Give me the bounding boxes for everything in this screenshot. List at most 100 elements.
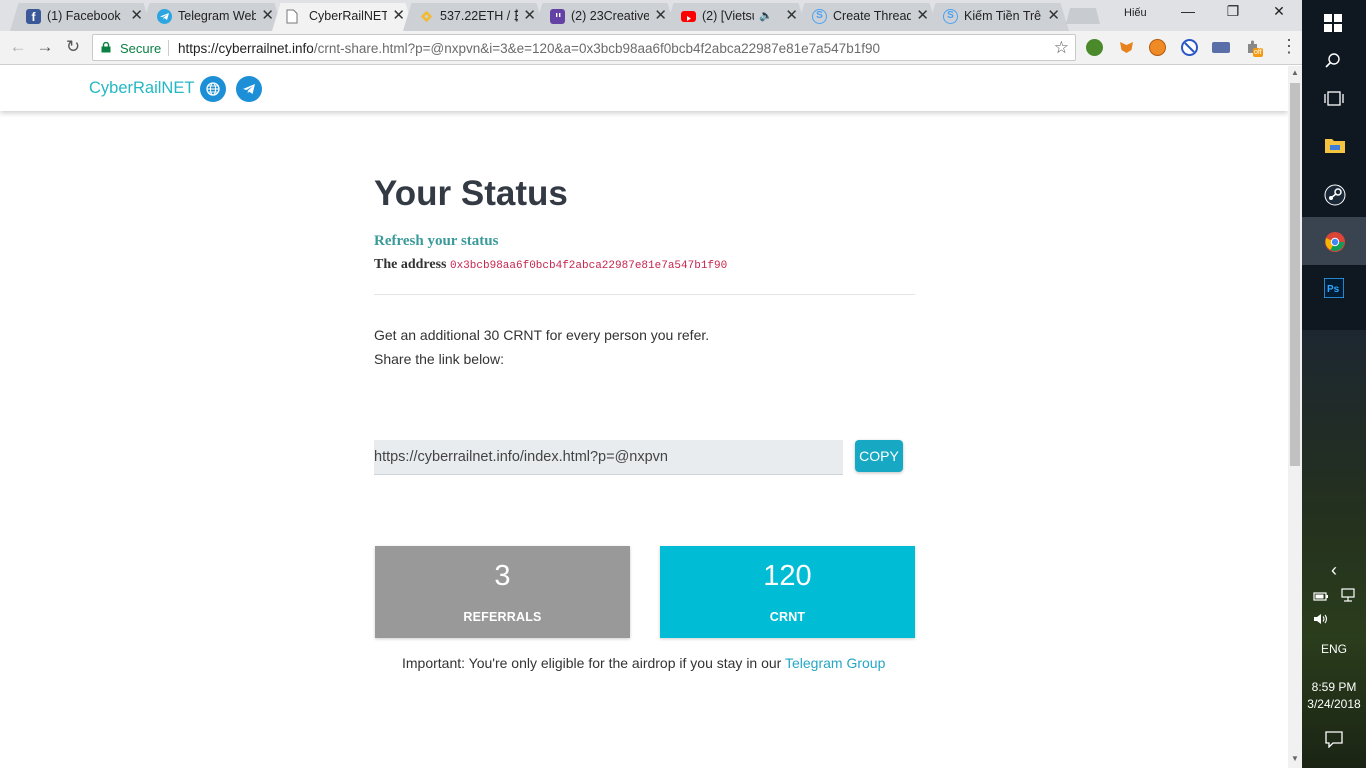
address-value: 0x3bcb98aa6f0bcb4f2abca22987e81e7a547b1f… bbox=[449, 260, 728, 272]
share-text: Share the link below: bbox=[374, 351, 504, 367]
page-icon bbox=[286, 9, 301, 24]
task-view-button[interactable] bbox=[1302, 76, 1366, 124]
crnt-amount: 120 bbox=[763, 560, 812, 592]
svg-text:Ps: Ps bbox=[1327, 284, 1340, 295]
tab-title: (2) 23Creative bbox=[571, 9, 649, 23]
steam-icon bbox=[1324, 184, 1346, 206]
tab-create-thread[interactable]: S Create Thread ✕ bbox=[796, 3, 938, 31]
speaker-icon[interactable]: 🔈 bbox=[759, 9, 773, 22]
page-scrollbar[interactable]: ▲ ▼ bbox=[1288, 66, 1302, 768]
task-view-icon bbox=[1324, 91, 1344, 106]
windows-taskbar: Ps ‹ ENG 8:59 PM 3/24/2018 bbox=[1302, 0, 1366, 768]
battery-icon bbox=[1313, 592, 1329, 601]
tab-telegram[interactable]: Telegram Web ✕ bbox=[141, 3, 283, 31]
telegram-icon bbox=[157, 9, 172, 24]
scroll-down-arrow-icon[interactable]: ▼ bbox=[1291, 754, 1299, 763]
refresh-status-link[interactable]: Refresh your status bbox=[374, 233, 498, 250]
telegram-icon bbox=[243, 84, 255, 94]
chrome-button[interactable] bbox=[1302, 217, 1366, 265]
restore-button[interactable]: ❐ bbox=[1218, 3, 1248, 20]
crnt-card: 120 CRNT bbox=[660, 546, 915, 638]
action-center-button[interactable] bbox=[1302, 730, 1366, 751]
puzzle-extension-icon[interactable]: off bbox=[1245, 39, 1263, 57]
browser-window: f (1) Facebook ✕ Telegram Web ✕ CyberRai… bbox=[0, 0, 1302, 768]
facebook-icon: f bbox=[26, 9, 41, 24]
steemit-icon: S bbox=[812, 9, 827, 24]
block-icon[interactable] bbox=[1181, 39, 1198, 56]
url-host: https://cyberrailnet.info bbox=[178, 41, 314, 56]
scroll-up-arrow-icon[interactable]: ▲ bbox=[1291, 68, 1299, 77]
tab-title: Telegram Web bbox=[178, 9, 256, 23]
tab-title: CyberRailNET bbox=[309, 9, 387, 23]
folder-icon bbox=[1325, 139, 1345, 153]
browser-toolbar: ← → ↻ Secure https://cyberrailnet.info/c… bbox=[0, 31, 1302, 65]
menu-icon[interactable]: ⋮ bbox=[1280, 36, 1298, 57]
windows-icon bbox=[1324, 14, 1342, 32]
url-text[interactable]: https://cyberrailnet.info/crnt-share.htm… bbox=[178, 41, 880, 56]
file-explorer-button[interactable] bbox=[1302, 122, 1366, 170]
forward-button[interactable]: → bbox=[34, 37, 56, 57]
globe-button[interactable] bbox=[200, 76, 226, 102]
network-icon bbox=[1341, 588, 1355, 602]
minimize-button[interactable]: — bbox=[1173, 3, 1203, 19]
new-tab-button[interactable] bbox=[1066, 8, 1100, 24]
clock-time[interactable]: 8:59 PM bbox=[1302, 680, 1366, 694]
crnt-label: CRNT bbox=[769, 610, 806, 624]
tab-binance[interactable]: 537.22ETH / ₿ ✕ bbox=[403, 3, 545, 31]
youtube-icon bbox=[681, 11, 696, 22]
referrals-count: 3 bbox=[494, 560, 511, 592]
note-text: Important: You're only eligible for the … bbox=[402, 655, 785, 671]
globe-icon bbox=[206, 82, 220, 96]
tab-title: (2) [Vietsub bbox=[702, 9, 754, 23]
tab-title: Create Thread bbox=[833, 9, 911, 23]
profile-name[interactable]: Hiếu bbox=[1124, 7, 1147, 19]
steemit-icon: S bbox=[943, 9, 958, 24]
tab-title: Kiếm Tiền Trê bbox=[964, 9, 1042, 23]
network-power-tray[interactable] bbox=[1302, 588, 1366, 605]
referrals-label: REFERRALS bbox=[463, 610, 542, 624]
extension-orange-icon[interactable] bbox=[1149, 39, 1166, 56]
reload-button[interactable]: ↻ bbox=[62, 37, 84, 57]
tab-facebook[interactable]: f (1) Facebook ✕ bbox=[10, 3, 152, 31]
back-button[interactable]: ← bbox=[7, 37, 29, 57]
language-indicator[interactable]: ENG bbox=[1302, 642, 1366, 656]
brand-logo[interactable]: CyberRailNET bbox=[89, 79, 194, 98]
show-hidden-icons-chevron-icon[interactable]: ‹ bbox=[1302, 560, 1366, 581]
volume-tray[interactable] bbox=[1302, 612, 1366, 629]
tab-strip: f (1) Facebook ✕ Telegram Web ✕ CyberRai… bbox=[0, 0, 1302, 31]
photoshop-icon: Ps bbox=[1324, 278, 1344, 298]
chrome-icon bbox=[1325, 232, 1345, 252]
page-viewport: CyberRailNET Your Status Refresh your st… bbox=[0, 66, 1288, 768]
copy-button[interactable]: COPY bbox=[855, 440, 903, 472]
address-label: The address bbox=[374, 257, 447, 272]
volume-icon bbox=[1314, 614, 1328, 624]
site-navbar: CyberRailNET bbox=[0, 66, 1288, 111]
secure-label: Secure bbox=[120, 41, 162, 56]
telegram-button[interactable] bbox=[236, 76, 262, 102]
tab-title: 537.22ETH / ₿ bbox=[440, 9, 518, 23]
tab-twitch[interactable]: (2) 23Creative ✕ bbox=[534, 3, 676, 31]
close-window-button[interactable]: ✕ bbox=[1264, 3, 1294, 20]
referrals-card: 3 REFERRALS bbox=[375, 546, 630, 638]
star-icon[interactable]: ☆ bbox=[1054, 38, 1069, 58]
telegram-group-link[interactable]: Telegram Group bbox=[785, 655, 885, 671]
photoshop-button[interactable]: Ps bbox=[1302, 264, 1366, 312]
steam-button[interactable] bbox=[1302, 170, 1366, 218]
vox-extension-icon[interactable] bbox=[1212, 42, 1230, 53]
tab-youtube[interactable]: (2) [Vietsub 🔈 ✕ bbox=[665, 3, 807, 31]
binance-icon bbox=[419, 9, 434, 24]
share-link-input[interactable] bbox=[374, 440, 843, 475]
clock-date[interactable]: 3/24/2018 bbox=[1302, 697, 1366, 711]
extension-leaf-icon[interactable] bbox=[1086, 39, 1103, 56]
url-path: /crnt-share.html?p=@nxpvn&i=3&e=120&a=0x… bbox=[313, 41, 880, 56]
close-icon[interactable]: ✕ bbox=[1047, 7, 1060, 24]
metamask-fox-icon[interactable] bbox=[1118, 39, 1135, 56]
twitch-icon bbox=[550, 9, 565, 24]
search-icon bbox=[1325, 53, 1340, 68]
notification-icon bbox=[1325, 731, 1343, 749]
tab-cyberrailnet[interactable]: CyberRailNET ✕ bbox=[272, 3, 414, 31]
refer-text: Get an additional 30 CRNT for every pers… bbox=[374, 327, 710, 343]
scroll-thumb[interactable] bbox=[1290, 83, 1300, 466]
address-bar[interactable]: Secure https://cyberrailnet.info/crnt-sh… bbox=[92, 34, 1076, 61]
tab-kiem-tien[interactable]: S Kiếm Tiền Trê ✕ bbox=[927, 3, 1069, 31]
